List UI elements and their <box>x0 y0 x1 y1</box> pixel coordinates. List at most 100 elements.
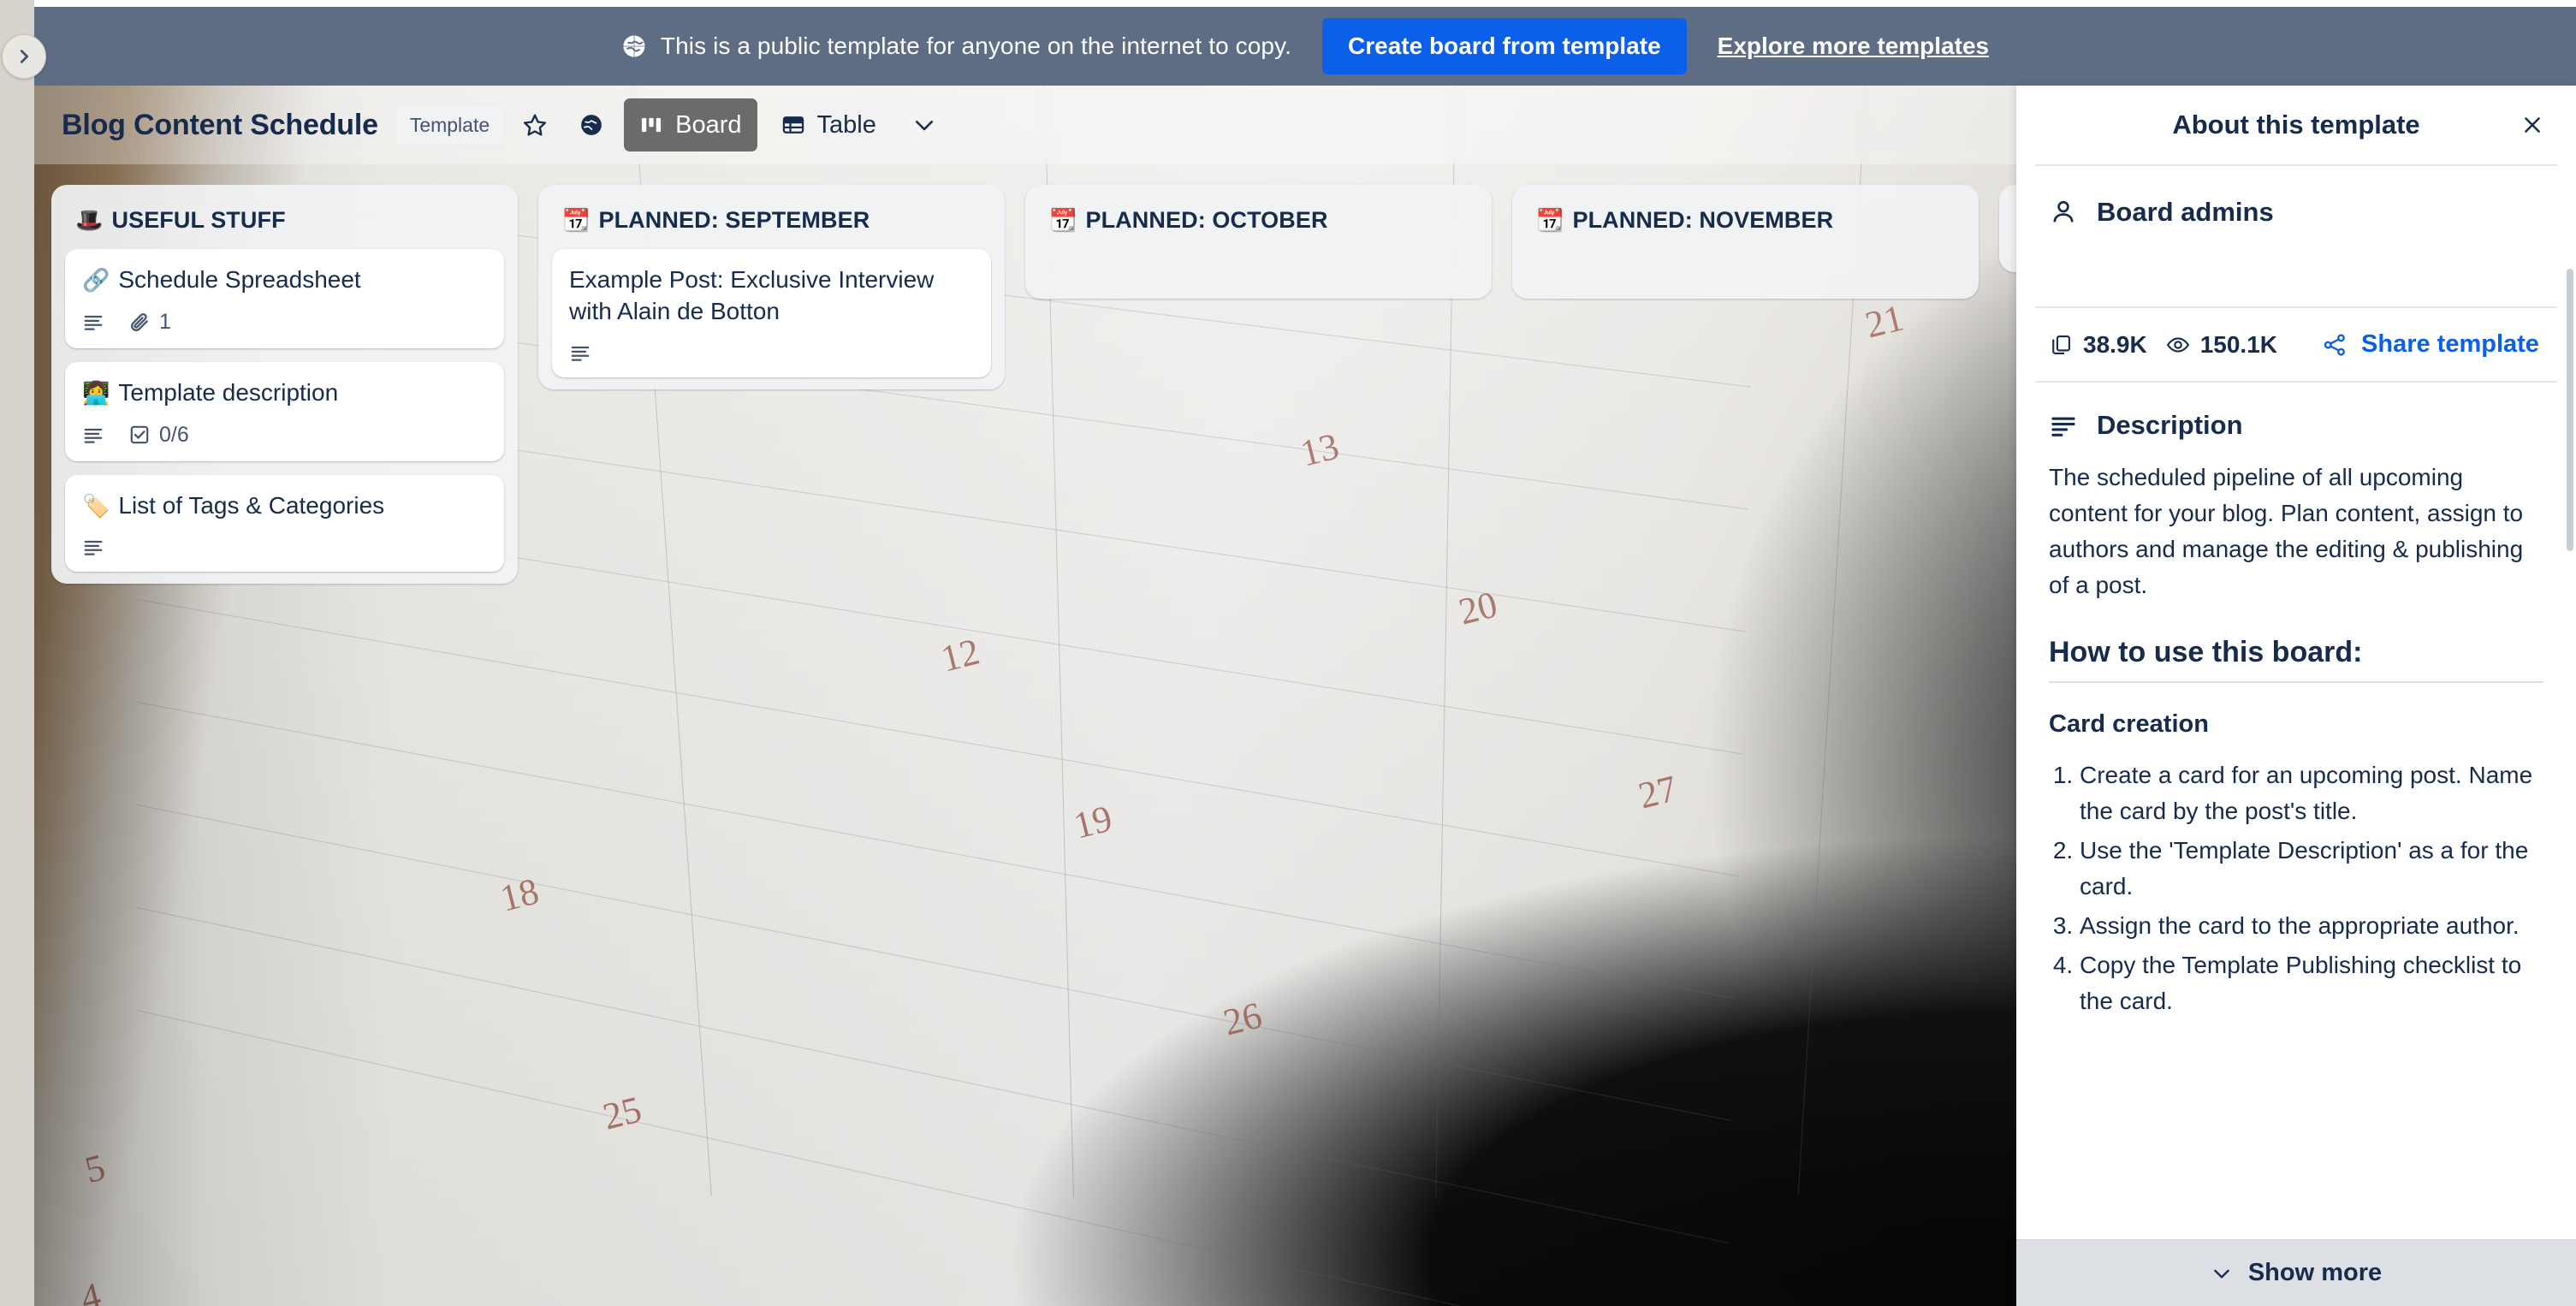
panel-title: About this template <box>2172 110 2420 140</box>
app-root: 18 19 20 21 13 12 25 26 27 5 4 This is a public te… <box>0 0 2576 1306</box>
card-badge-attachment: 1 <box>128 310 171 335</box>
chevron-down-icon <box>915 120 933 131</box>
view-tab-board[interactable]: Board <box>624 98 757 151</box>
globe-icon <box>581 115 602 135</box>
how-to-step: Copy the Template Publishing checklist t… <box>2080 947 2543 1019</box>
board-columns-icon <box>642 117 662 133</box>
card-title-text: Template description <box>118 378 339 406</box>
create-board-from-template-button[interactable]: Create board from template <box>1322 18 1687 74</box>
list-title[interactable]: 📆 PLANNED: OCTOBER <box>1039 200 1478 249</box>
card-badges <box>569 341 974 364</box>
board-card[interactable]: 🔗 Schedule Spreadsheet 1 <box>65 249 504 348</box>
board-list[interactable]: 📆 PLANNED: SEPTEMBER Example Post: Exclusi… <box>538 185 1005 389</box>
person-icon <box>2053 200 2074 223</box>
list-cards <box>1526 249 1965 287</box>
card-title: 🏷️ List of Tags & Categories <box>82 490 487 522</box>
share-template-button[interactable]: Share template <box>2322 330 2539 359</box>
list-title-emoji: 📆 <box>1536 207 1564 233</box>
how-to-step: Create a card for an upcoming post. Name… <box>2080 757 2543 829</box>
list-cards: Example Post: Exclusive Interview with A… <box>552 249 991 377</box>
view-tab-table[interactable]: Table <box>766 98 892 151</box>
sidebar-expand-button[interactable] <box>2 34 46 79</box>
star-board-button[interactable] <box>511 101 559 149</box>
stat-copies: 38.9K <box>2049 331 2147 359</box>
calendar-line <box>136 1010 1724 1306</box>
panel-content-fade <box>2016 1111 2576 1239</box>
left-rail <box>0 0 34 1306</box>
board-card[interactable]: 👩‍💻 Template description 0/6 <box>65 361 504 461</box>
board-card[interactable]: Example Post: Exclusive Interview with A… <box>552 249 991 377</box>
show-more-button[interactable]: Show more <box>2016 1239 2576 1306</box>
table-grid-icon <box>782 116 804 134</box>
explore-more-templates-link[interactable]: Explore more templates <box>1718 33 1989 60</box>
panel-close-button[interactable] <box>2511 104 2554 146</box>
list-title[interactable]: 📆 PLANNED: SEPTEMBER <box>552 200 991 249</box>
list-cards <box>1039 249 1478 287</box>
card-title: 🔗 Schedule Spreadsheet <box>82 264 487 296</box>
chevron-down-icon <box>2214 1269 2229 1279</box>
description-icon <box>2051 417 2075 436</box>
description-icon <box>84 540 103 555</box>
card-badge-description <box>82 311 104 333</box>
how-to-heading: How to use this board: <box>2049 636 2363 668</box>
board-list[interactable]: 📆 PLANNED: NOVEMBER <box>1512 185 1979 299</box>
board-card[interactable]: 🏷️ List of Tags & Categories <box>65 474 504 572</box>
calendar-line <box>136 702 1736 1000</box>
board-admins-label: Board admins <box>2097 197 2274 227</box>
close-icon <box>2525 117 2540 133</box>
paperclip-icon <box>131 313 148 332</box>
board-admins-avatars <box>2016 228 2576 306</box>
template-badge[interactable]: Template <box>396 105 503 145</box>
list-title-text: USEFUL STUFF <box>111 207 286 233</box>
list-title-emoji: 📆 <box>562 207 591 233</box>
panel-scrollbar[interactable] <box>2567 269 2573 551</box>
card-badge-text: 1 <box>159 309 171 334</box>
board-visibility-button[interactable] <box>567 101 615 149</box>
description-heading: Description <box>2097 410 2243 440</box>
board-admins-row: Board admins <box>2016 166 2576 228</box>
view-tab-board-label: Board <box>675 110 742 139</box>
public-template-banner: This is a public template for anyone on … <box>34 7 2576 86</box>
list-title[interactable]: 📆 PLANNED: NOVEMBER <box>1526 200 1965 249</box>
how-to-steps: Create a card for an upcoming post. Name… <box>2016 739 2576 1019</box>
show-more-label: Show more <box>2247 1259 2383 1286</box>
globe-icon <box>623 35 645 57</box>
card-badge-description <box>82 424 104 446</box>
view-tab-table-label: Table <box>816 110 876 139</box>
card-badge-checklist: 0/6 <box>128 423 189 448</box>
share-icon <box>2324 333 2345 356</box>
how-to-step: Use the 'Template Description' as a for … <box>2080 833 2543 905</box>
views-dropdown-button[interactable] <box>900 101 948 149</box>
card-badges: 0/6 <box>82 423 487 448</box>
board-list[interactable]: 📆 PLANNED: OCTOBER <box>1025 185 1492 299</box>
card-title-text: List of Tags & Categories <box>118 491 385 519</box>
board-list[interactable]: 🎩 USEFUL STUFF 🔗 Schedule Spreadsheet 1 👩‍💻 Te… <box>51 185 518 584</box>
description-icon <box>84 316 103 331</box>
list-title[interactable]: 🎩 USEFUL STUFF <box>65 200 504 249</box>
list-title-text: PLANNED: SEPTEMBER <box>598 207 870 233</box>
stat-views: 150.1K <box>2166 331 2277 359</box>
card-title-emoji: 🏷️ <box>82 492 110 519</box>
card-title-emoji: 👩‍💻 <box>82 379 110 406</box>
description-icon <box>571 346 590 361</box>
calendar-line <box>136 804 1732 1122</box>
list-title-emoji: 🎩 <box>75 207 104 233</box>
list-title-text: PLANNED: OCTOBER <box>1085 207 1328 233</box>
card-title-text: Schedule Spreadsheet <box>118 266 361 293</box>
panel-body: Board admins 38.9K 150.1K Share template <box>2016 166 2576 1239</box>
card-badge-description <box>569 341 591 364</box>
stat-copies-value: 38.9K <box>2083 330 2147 358</box>
list-cards: 🔗 Schedule Spreadsheet 1 👩‍💻 Template descri… <box>65 249 504 572</box>
card-title-emoji: 🔗 <box>82 267 110 293</box>
card-badges <box>82 536 487 558</box>
copy-icon <box>2052 335 2070 354</box>
description-icon <box>84 429 103 444</box>
about-template-panel: About this template Board admins 38.9K 1… <box>2016 86 2576 1306</box>
list-title-emoji: 📆 <box>1049 207 1077 233</box>
card-title: Example Post: Exclusive Interview with A… <box>569 264 974 328</box>
star-icon <box>524 114 547 136</box>
banner-text: This is a public template for anyone on … <box>660 33 1291 59</box>
calendar-line <box>136 907 1729 1244</box>
template-stats-row: 38.9K 150.1K Share template <box>2016 308 2576 381</box>
list-title-text: PLANNED: NOVEMBER <box>1572 207 1834 233</box>
